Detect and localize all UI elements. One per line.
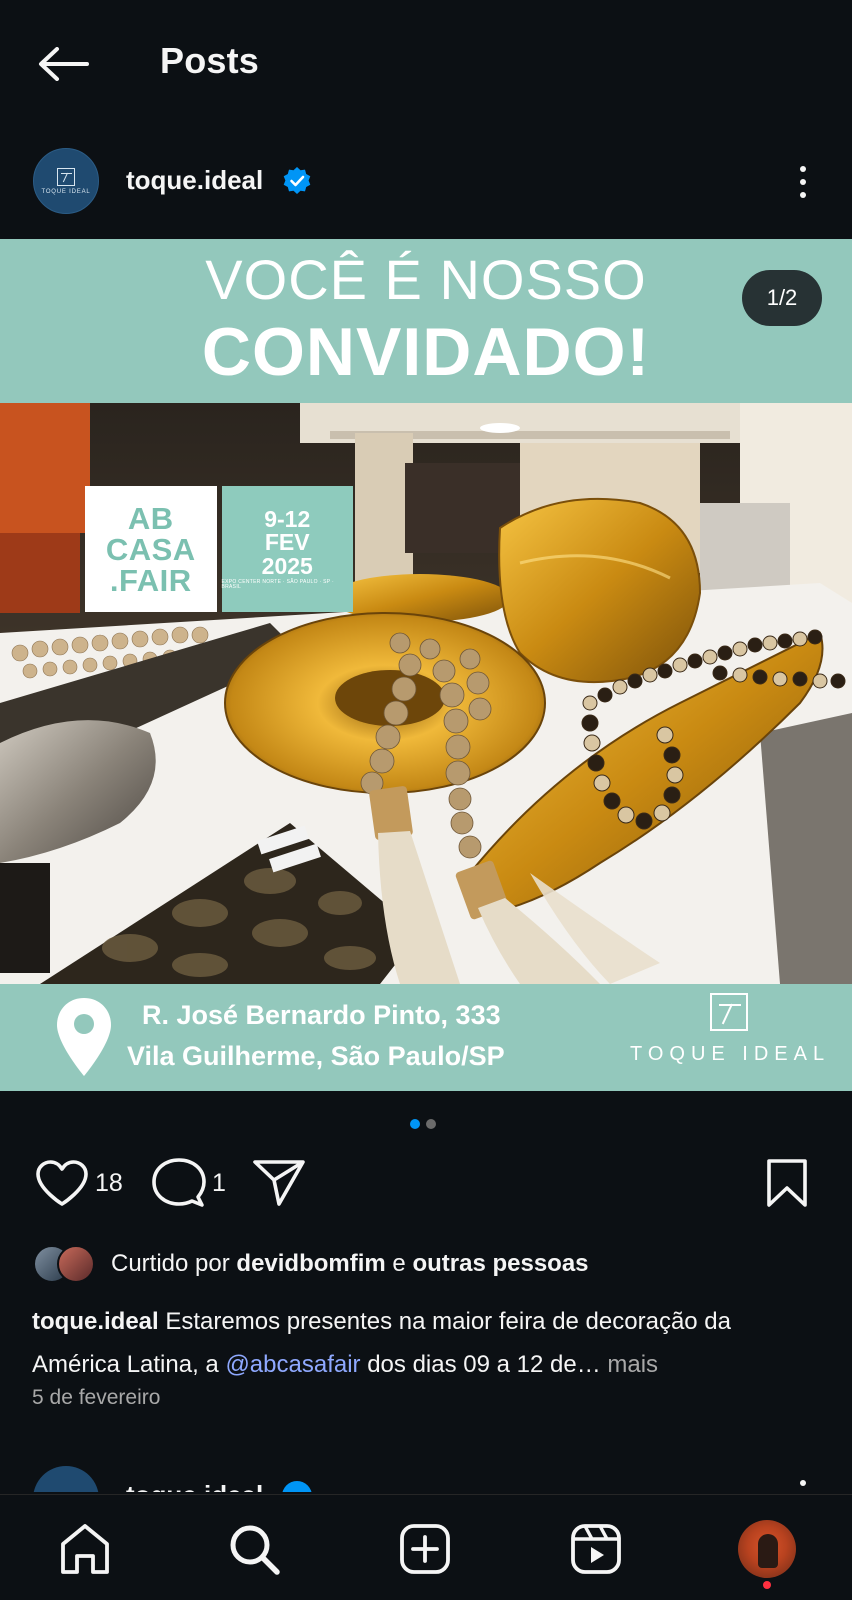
more-vertical-icon — [800, 166, 806, 172]
post-author-username[interactable]: toque.ideal — [126, 165, 263, 196]
heart-icon — [36, 1160, 88, 1206]
arrow-left-icon — [39, 47, 89, 81]
liked-by-user[interactable]: devidbomfim — [236, 1250, 385, 1277]
nav-create-button[interactable] — [395, 1519, 455, 1579]
liked-by-others[interactable]: outras pessoas — [412, 1250, 588, 1277]
bookmark-icon — [767, 1159, 807, 1207]
fair-month: FEV — [264, 529, 310, 556]
banner-line-2: CONVIDADO! — [201, 314, 651, 390]
top-bar: Posts — [0, 0, 852, 126]
comment-count: 1 — [212, 1168, 226, 1197]
caption-more-link[interactable]: mais — [607, 1351, 658, 1378]
fair-logo-line-1: AB — [127, 500, 174, 536]
fair-year: 2025 — [261, 552, 313, 579]
comment-bubble-icon — [152, 1158, 206, 1207]
post-header: TOQUE IDEAL toque.ideal — [0, 140, 852, 236]
post-author-avatar[interactable]: TOQUE IDEAL — [33, 148, 99, 214]
verified-badge-icon — [282, 1481, 312, 1492]
fair-logo-line-3: .FAIR — [109, 562, 192, 598]
liked-by-joiner: e — [392, 1250, 406, 1277]
carousel-dot — [426, 1119, 436, 1129]
liked-by-prefix: Curtido por — [111, 1250, 230, 1277]
like-count: 18 — [95, 1168, 123, 1197]
comment-button[interactable]: 1 — [152, 1155, 226, 1211]
create-icon — [400, 1524, 450, 1574]
nav-profile-button[interactable] — [737, 1519, 797, 1579]
more-vertical-icon[interactable] — [800, 1480, 806, 1486]
verified-badge-icon — [283, 167, 311, 194]
like-button[interactable]: 18 — [35, 1155, 123, 1211]
back-button[interactable] — [30, 38, 96, 90]
caption-text-end: dos dias 09 a 12 de… — [367, 1351, 601, 1378]
fair-logo-line-2: CASA — [105, 531, 196, 567]
liked-by-avatar — [57, 1245, 95, 1283]
next-post-username[interactable]: toque.ideal — [126, 1480, 263, 1492]
home-icon — [61, 1524, 109, 1574]
share-button[interactable] — [252, 1155, 306, 1211]
post-image-carousel[interactable]: VOCÊ É NOSSO CONVIDADO! 1/2 AB CASA .FAI… — [0, 239, 852, 1091]
abcasa-fair-logo: AB CASA .FAIR 9-12 FEV 2025 EXPO CENTER … — [85, 486, 353, 612]
paper-plane-icon — [253, 1160, 305, 1206]
post-options-button[interactable] — [786, 162, 820, 202]
carousel-indicator — [410, 1119, 436, 1131]
save-button[interactable] — [765, 1155, 809, 1211]
fair-venue: EXPO CENTER NORTE · SÃO PAULO · SP · BRA… — [221, 579, 334, 591]
notification-dot — [763, 1581, 771, 1589]
next-post-header: toque.ideal — [0, 1466, 852, 1492]
location-pin-icon — [57, 998, 111, 1076]
nav-reels-button[interactable] — [566, 1519, 626, 1579]
post-caption: toque.ideal Estaremos presentes na maior… — [32, 1300, 822, 1386]
toque-ideal-mark-icon — [710, 993, 748, 1031]
nav-search-button[interactable] — [224, 1519, 284, 1579]
address-band: R. José Bernardo Pinto, 333 Vila Guilher… — [0, 984, 852, 1091]
profile-avatar — [738, 1520, 796, 1578]
post-actions: 18 1 — [0, 1155, 852, 1217]
nav-home-button[interactable] — [55, 1519, 115, 1579]
address-line-2: Vila Guilherme, São Paulo/SP — [127, 1041, 505, 1071]
fair-dates: 9-12 — [264, 505, 311, 532]
reels-icon — [571, 1524, 621, 1574]
caption-mention-link[interactable]: @abcasafair — [225, 1351, 360, 1378]
carousel-dot-active — [410, 1119, 420, 1129]
search-icon — [230, 1525, 280, 1575]
image-banner: VOCÊ É NOSSO CONVIDADO! — [0, 239, 852, 403]
bottom-navigation — [0, 1494, 852, 1600]
brand-name: TOQUE IDEAL — [630, 1043, 831, 1065]
page-title: Posts — [160, 40, 260, 81]
carousel-counter: 1/2 — [742, 270, 822, 326]
address-line-1: R. José Bernardo Pinto, 333 — [142, 1000, 501, 1030]
post-date: 5 de fevereiro — [32, 1386, 161, 1409]
liked-by-row[interactable]: Curtido por devidbomfim e outras pessoas — [33, 1242, 589, 1286]
caption-username[interactable]: toque.ideal — [32, 1308, 159, 1335]
banner-line-1: VOCÊ É NOSSO — [205, 248, 647, 311]
avatar-brand-text: TOQUE IDEAL — [41, 188, 91, 195]
toque-ideal-logo-icon — [57, 167, 75, 186]
next-post-avatar[interactable] — [33, 1466, 99, 1492]
